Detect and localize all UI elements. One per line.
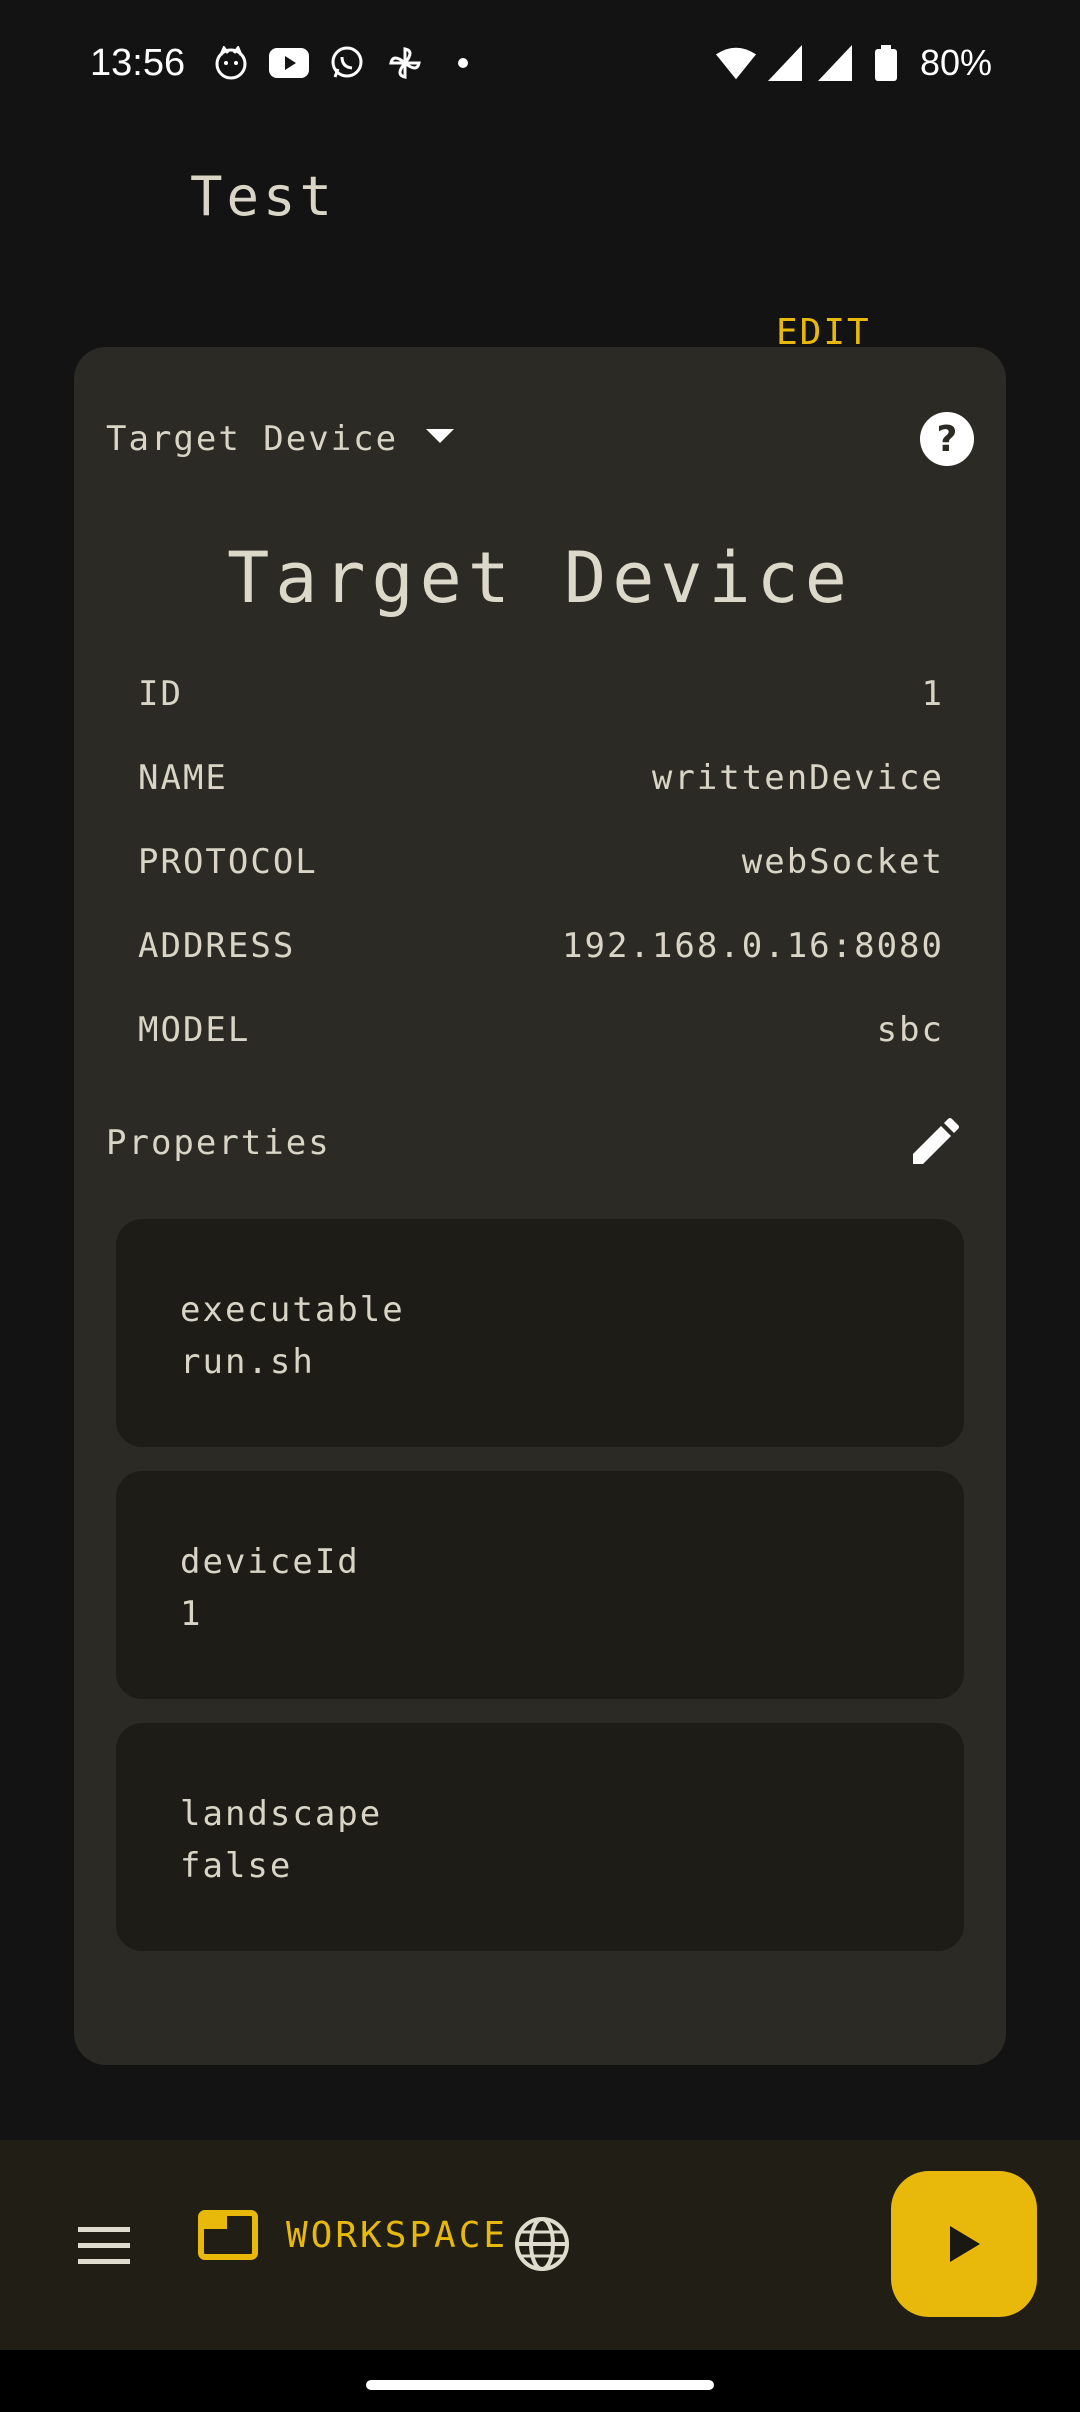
- workspace-tab[interactable]: WORKSPACE: [198, 2210, 508, 2260]
- hamburger-menu-icon: [78, 2227, 130, 2264]
- pinwheel-icon: [385, 43, 425, 83]
- caret-down-icon: [426, 429, 455, 449]
- card-title: Target Device: [227, 537, 853, 619]
- window-icon: [198, 2210, 258, 2260]
- globe-icon: [515, 2217, 569, 2271]
- status-right: 80%: [715, 42, 992, 84]
- property-name: executable: [180, 1290, 405, 1330]
- property-card-deviceid[interactable]: deviceId 1: [116, 1471, 964, 1699]
- info-key: ID: [138, 674, 183, 714]
- wifi-icon: [715, 43, 756, 83]
- info-value: 192.168.0.16:8080: [562, 926, 944, 966]
- property-value: false: [180, 1846, 293, 1886]
- menu-button[interactable]: [72, 2216, 136, 2276]
- status-bar: 13:56 80%: [0, 0, 1080, 126]
- info-key: PROTOCOL: [138, 842, 318, 882]
- globe-button[interactable]: [512, 2214, 572, 2274]
- info-value: sbc: [876, 1010, 944, 1050]
- info-row-model: MODEL sbc: [138, 988, 1018, 1072]
- pencil-icon: [913, 1118, 959, 1164]
- info-value: webSocket: [741, 842, 944, 882]
- signal-icon-2: [816, 43, 856, 83]
- info-row-protocol: PROTOCOL webSocket: [138, 820, 1018, 904]
- bottom-app-bar: WORKSPACE: [0, 2140, 1080, 2350]
- info-key: MODEL: [138, 1010, 251, 1050]
- home-indicator[interactable]: [366, 2380, 714, 2390]
- property-card-executable[interactable]: executable run.sh: [116, 1219, 964, 1447]
- battery-percentage: 80%: [919, 42, 992, 83]
- target-device-dropdown[interactable]: Target Device: [106, 419, 455, 459]
- info-row-id: ID 1: [138, 652, 1018, 736]
- info-value: 1: [921, 674, 944, 714]
- status-time: 13:56: [90, 41, 186, 84]
- dot-icon: [443, 43, 483, 83]
- page-title: Test: [190, 165, 337, 228]
- info-row-name: NAME writtenDevice: [138, 736, 1018, 820]
- property-name: deviceId: [180, 1542, 360, 1582]
- info-row-address: ADDRESS 192.168.0.16:8080: [138, 904, 1018, 988]
- target-device-card: Target Device ? Target Device ID 1 NAME …: [74, 347, 1006, 2065]
- play-icon: [950, 2226, 980, 2262]
- cat-icon: [211, 43, 251, 83]
- edit-properties-button[interactable]: [904, 1113, 964, 1173]
- workspace-label: WORKSPACE: [286, 2214, 509, 2256]
- dropdown-label: Target Device: [106, 419, 399, 459]
- property-value: run.sh: [180, 1342, 315, 1382]
- status-left: 13:56: [90, 42, 483, 85]
- property-name: landscape: [180, 1794, 383, 1834]
- youtube-icon: [269, 43, 310, 83]
- run-button[interactable]: [891, 2171, 1037, 2317]
- info-key: ADDRESS: [138, 926, 296, 966]
- signal-icon: [766, 43, 806, 83]
- info-value: writtenDevice: [651, 758, 944, 798]
- screen: 13:56 80% Test EDIT Target Device ? Targ…: [0, 0, 1080, 2412]
- property-value: 1: [180, 1594, 203, 1634]
- property-card-landscape[interactable]: landscape false: [116, 1723, 964, 1951]
- properties-header: Properties: [106, 1107, 974, 1179]
- whatsapp-icon: [327, 43, 367, 83]
- properties-label: Properties: [106, 1123, 331, 1163]
- info-key: NAME: [138, 758, 228, 798]
- battery-icon: [866, 43, 906, 83]
- help-icon[interactable]: ?: [920, 412, 974, 466]
- card-header: Target Device ?: [106, 407, 974, 471]
